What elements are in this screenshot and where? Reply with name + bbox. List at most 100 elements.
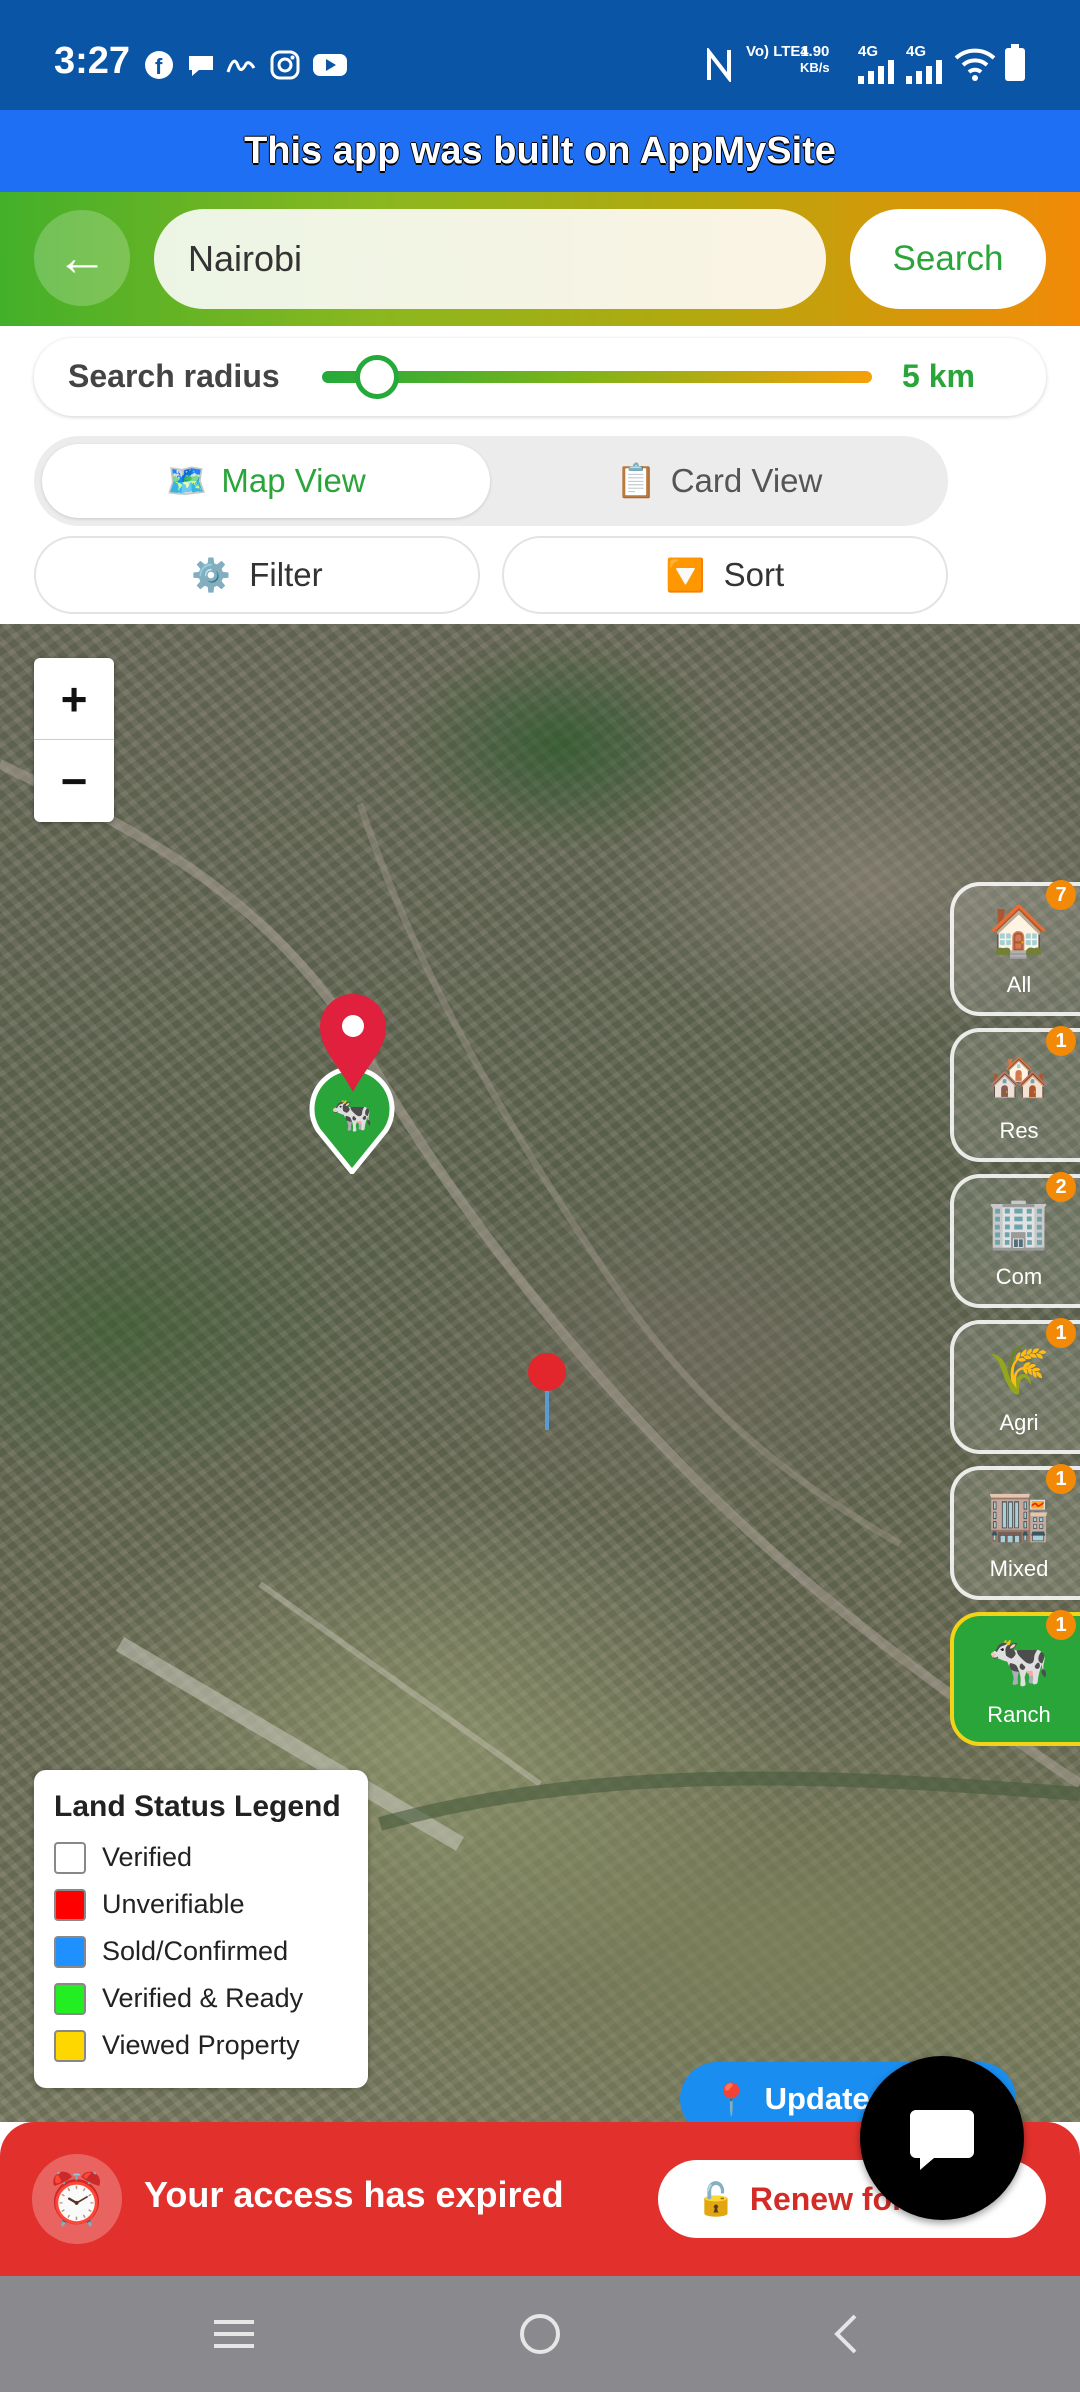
- svg-text:f: f: [155, 54, 163, 79]
- network-type-2: 4G: [906, 43, 927, 60]
- category-res-button[interactable]: 🏘️ Res 1: [950, 1026, 1080, 1162]
- instagram-icon: [270, 50, 300, 80]
- status-time: 3:27: [54, 40, 131, 82]
- zoom-control: + −: [34, 658, 114, 822]
- tab-map-view-label: Map View: [221, 462, 366, 499]
- count-badge: 1: [1046, 1318, 1076, 1348]
- filter-label: Filter: [249, 556, 323, 593]
- category-label: All: [1006, 972, 1032, 997]
- category-mixed-button[interactable]: 🏬 Mixed 1: [950, 1464, 1080, 1600]
- office-building-icon: 🏢: [987, 1195, 1051, 1251]
- gear-icon: ⚙️: [191, 557, 232, 593]
- category-all-button[interactable]: 🏠 All 7: [950, 880, 1080, 1016]
- legend-title: Land Status Legend: [54, 1790, 341, 1823]
- network-type-1: 4G: [858, 43, 879, 60]
- search-radius-slider[interactable]: [322, 371, 872, 383]
- net-speed-value: 4.90: [800, 43, 830, 60]
- tab-map-view[interactable]: 🗺️ Map View: [42, 444, 490, 518]
- chat-bubble-icon: [189, 56, 213, 76]
- satellite-map[interactable]: + − 🐄 🏠 All 7 🏘️ Res 1 🏢 Com 2 🌾 Agri 1 …: [0, 624, 1080, 2122]
- alarm-clock-icon: ⏰: [32, 2154, 122, 2244]
- search-radius-card: Search radius 5 km: [34, 338, 1046, 416]
- search-input[interactable]: [154, 209, 826, 309]
- net-speed-unit: KB/s: [800, 60, 830, 75]
- legend-item-viewed: Viewed Property: [54, 2022, 348, 2069]
- cow-icon: 🐄: [331, 1095, 373, 1135]
- tab-card-view-label: Card View: [670, 462, 823, 499]
- back-button[interactable]: ←: [34, 210, 130, 306]
- signal-icon-2: [906, 60, 942, 84]
- appmysite-banner: This app was built on AppMySite: [0, 110, 1080, 192]
- tab-card-view[interactable]: 📋 Card View: [498, 444, 940, 518]
- count-badge: 1: [1046, 1026, 1076, 1056]
- nfc-icon: [707, 48, 731, 82]
- filter-button[interactable]: ⚙️ Filter: [34, 536, 480, 614]
- count-badge: 1: [1046, 1610, 1076, 1640]
- location-pin-marker[interactable]: [318, 994, 388, 1094]
- sort-label: Sort: [723, 556, 785, 593]
- expired-message: Your access has expired: [144, 2174, 564, 2215]
- category-label: Com: [995, 1264, 1043, 1289]
- legend-item-unverifiable: Unverifiable: [54, 1881, 348, 1928]
- category-label: Ranch: [987, 1702, 1051, 1727]
- legend-swatch: [54, 2029, 86, 2062]
- home-circle-icon: [520, 2314, 560, 2354]
- wifi-icon: [954, 48, 996, 81]
- department-store-icon: 🏬: [987, 1487, 1051, 1543]
- battery-icon: [1005, 44, 1025, 81]
- search-radius-label: Search radius: [68, 358, 280, 394]
- category-agri-button[interactable]: 🌾 Agri 1: [950, 1318, 1080, 1454]
- chat-button[interactable]: [860, 2056, 1024, 2220]
- legend-label: Verified & Ready: [102, 1983, 304, 2013]
- category-ranch-button[interactable]: 🐄 Ranch 1: [950, 1610, 1080, 1746]
- status-bar: 3:27 f Vo) LTE1 4.90 KB/s 4G 4G: [0, 0, 1080, 110]
- wheat-icon: 🌾: [987, 1341, 1051, 1397]
- facebook-icon: f: [145, 51, 173, 79]
- map-icon: 🗺️: [166, 461, 208, 499]
- view-toggle: 🗺️ Map View 📋 Card View: [34, 436, 948, 526]
- cow-icon: 🐄: [987, 1633, 1051, 1689]
- location-pin-icon: 📍: [712, 2081, 751, 2117]
- category-label: Agri: [999, 1410, 1039, 1435]
- search-radius-thumb[interactable]: [355, 355, 399, 399]
- category-com-button[interactable]: 🏢 Com 2: [950, 1172, 1080, 1308]
- system-nav-bar: [0, 2276, 1080, 2392]
- legend-swatch: [54, 1888, 86, 1921]
- search-header: ← Search: [0, 192, 1080, 326]
- signature-icon: [226, 59, 256, 73]
- net-speed: 4.90 KB/s: [800, 44, 830, 76]
- sort-down-icon: 🔽: [665, 557, 706, 593]
- legend-item-verified: Verified: [54, 1834, 348, 1881]
- zoom-in-button[interactable]: +: [34, 658, 114, 740]
- youtube-icon: [313, 54, 347, 76]
- count-badge: 7: [1046, 880, 1076, 910]
- zoom-out-button[interactable]: −: [34, 740, 114, 822]
- category-label: Mixed: [989, 1556, 1049, 1581]
- menu-icon: [214, 2320, 254, 2348]
- signal-icon: [858, 60, 894, 84]
- banner-text: This app was built on AppMySite: [244, 129, 836, 172]
- legend-swatch: [54, 1935, 86, 1968]
- clipboard-icon: 📋: [615, 461, 657, 499]
- back-nav-button[interactable]: [816, 2304, 876, 2364]
- back-arrow-icon: ←: [56, 229, 108, 287]
- recents-button[interactable]: [204, 2304, 264, 2364]
- small-location-pin-marker[interactable]: [526, 1352, 568, 1432]
- legend-item-verified-ready: Verified & Ready: [54, 1975, 348, 2022]
- sort-button[interactable]: 🔽 Sort: [502, 536, 948, 614]
- category-label: Res: [999, 1118, 1039, 1143]
- legend-swatch: [54, 1982, 86, 2015]
- legend-label: Sold/Confirmed: [102, 1936, 289, 1966]
- update-label: Update: [764, 2081, 870, 2116]
- legend-label: Viewed Property: [102, 2030, 300, 2060]
- legend-item-sold: Sold/Confirmed: [54, 1928, 348, 1975]
- search-button[interactable]: Search: [850, 209, 1046, 309]
- houses-icon: 🏘️: [987, 1049, 1051, 1105]
- count-badge: 1: [1046, 1464, 1076, 1494]
- chat-bubble-icon: [910, 2110, 974, 2170]
- count-badge: 2: [1046, 1172, 1076, 1202]
- unlock-icon: 🔓: [696, 2181, 736, 2217]
- house-icon: 🏠: [987, 903, 1051, 959]
- legend-swatch: [54, 1841, 86, 1874]
- home-button[interactable]: [510, 2304, 570, 2364]
